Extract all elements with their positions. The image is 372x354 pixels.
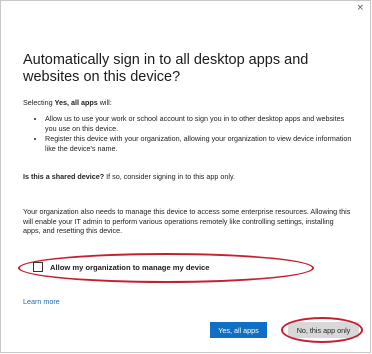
manage-device-checkbox[interactable] <box>33 262 43 272</box>
dialog-title: Automatically sign in to all desktop app… <box>23 52 309 85</box>
bullet-item: Allow us to use your work or school acco… <box>45 114 355 133</box>
yes-all-apps-button[interactable]: Yes, all apps <box>210 322 267 338</box>
sign-in-dialog: × Automatically sign in to all desktop a… <box>0 0 371 353</box>
intro-text: Selecting Yes, all apps will: <box>23 98 358 108</box>
learn-more-link[interactable]: Learn more <box>23 297 60 306</box>
manage-device-checkbox-label: Allow my organization to manage my devic… <box>50 262 210 272</box>
manage-device-checkbox-row[interactable]: Allow my organization to manage my devic… <box>33 259 333 275</box>
close-icon[interactable]: × <box>356 3 364 13</box>
shared-device-question: Is this a shared device? <box>23 172 105 181</box>
shared-device-text: Is this a shared device? If so, consider… <box>23 172 358 182</box>
bullet-item: Register this device with your organizat… <box>45 134 355 153</box>
intro-bold: Yes, all apps <box>54 98 98 107</box>
manage-device-text: Your organization also needs to manage t… <box>23 207 351 235</box>
no-this-app-only-button[interactable]: No, this app only <box>288 322 359 338</box>
intro-suffix: will: <box>97 98 112 107</box>
bullet-list: Allow us to use your work or school acco… <box>23 114 355 154</box>
shared-device-advice: If so, consider signing in to this app o… <box>104 172 236 181</box>
intro-prefix: Selecting <box>23 98 55 107</box>
